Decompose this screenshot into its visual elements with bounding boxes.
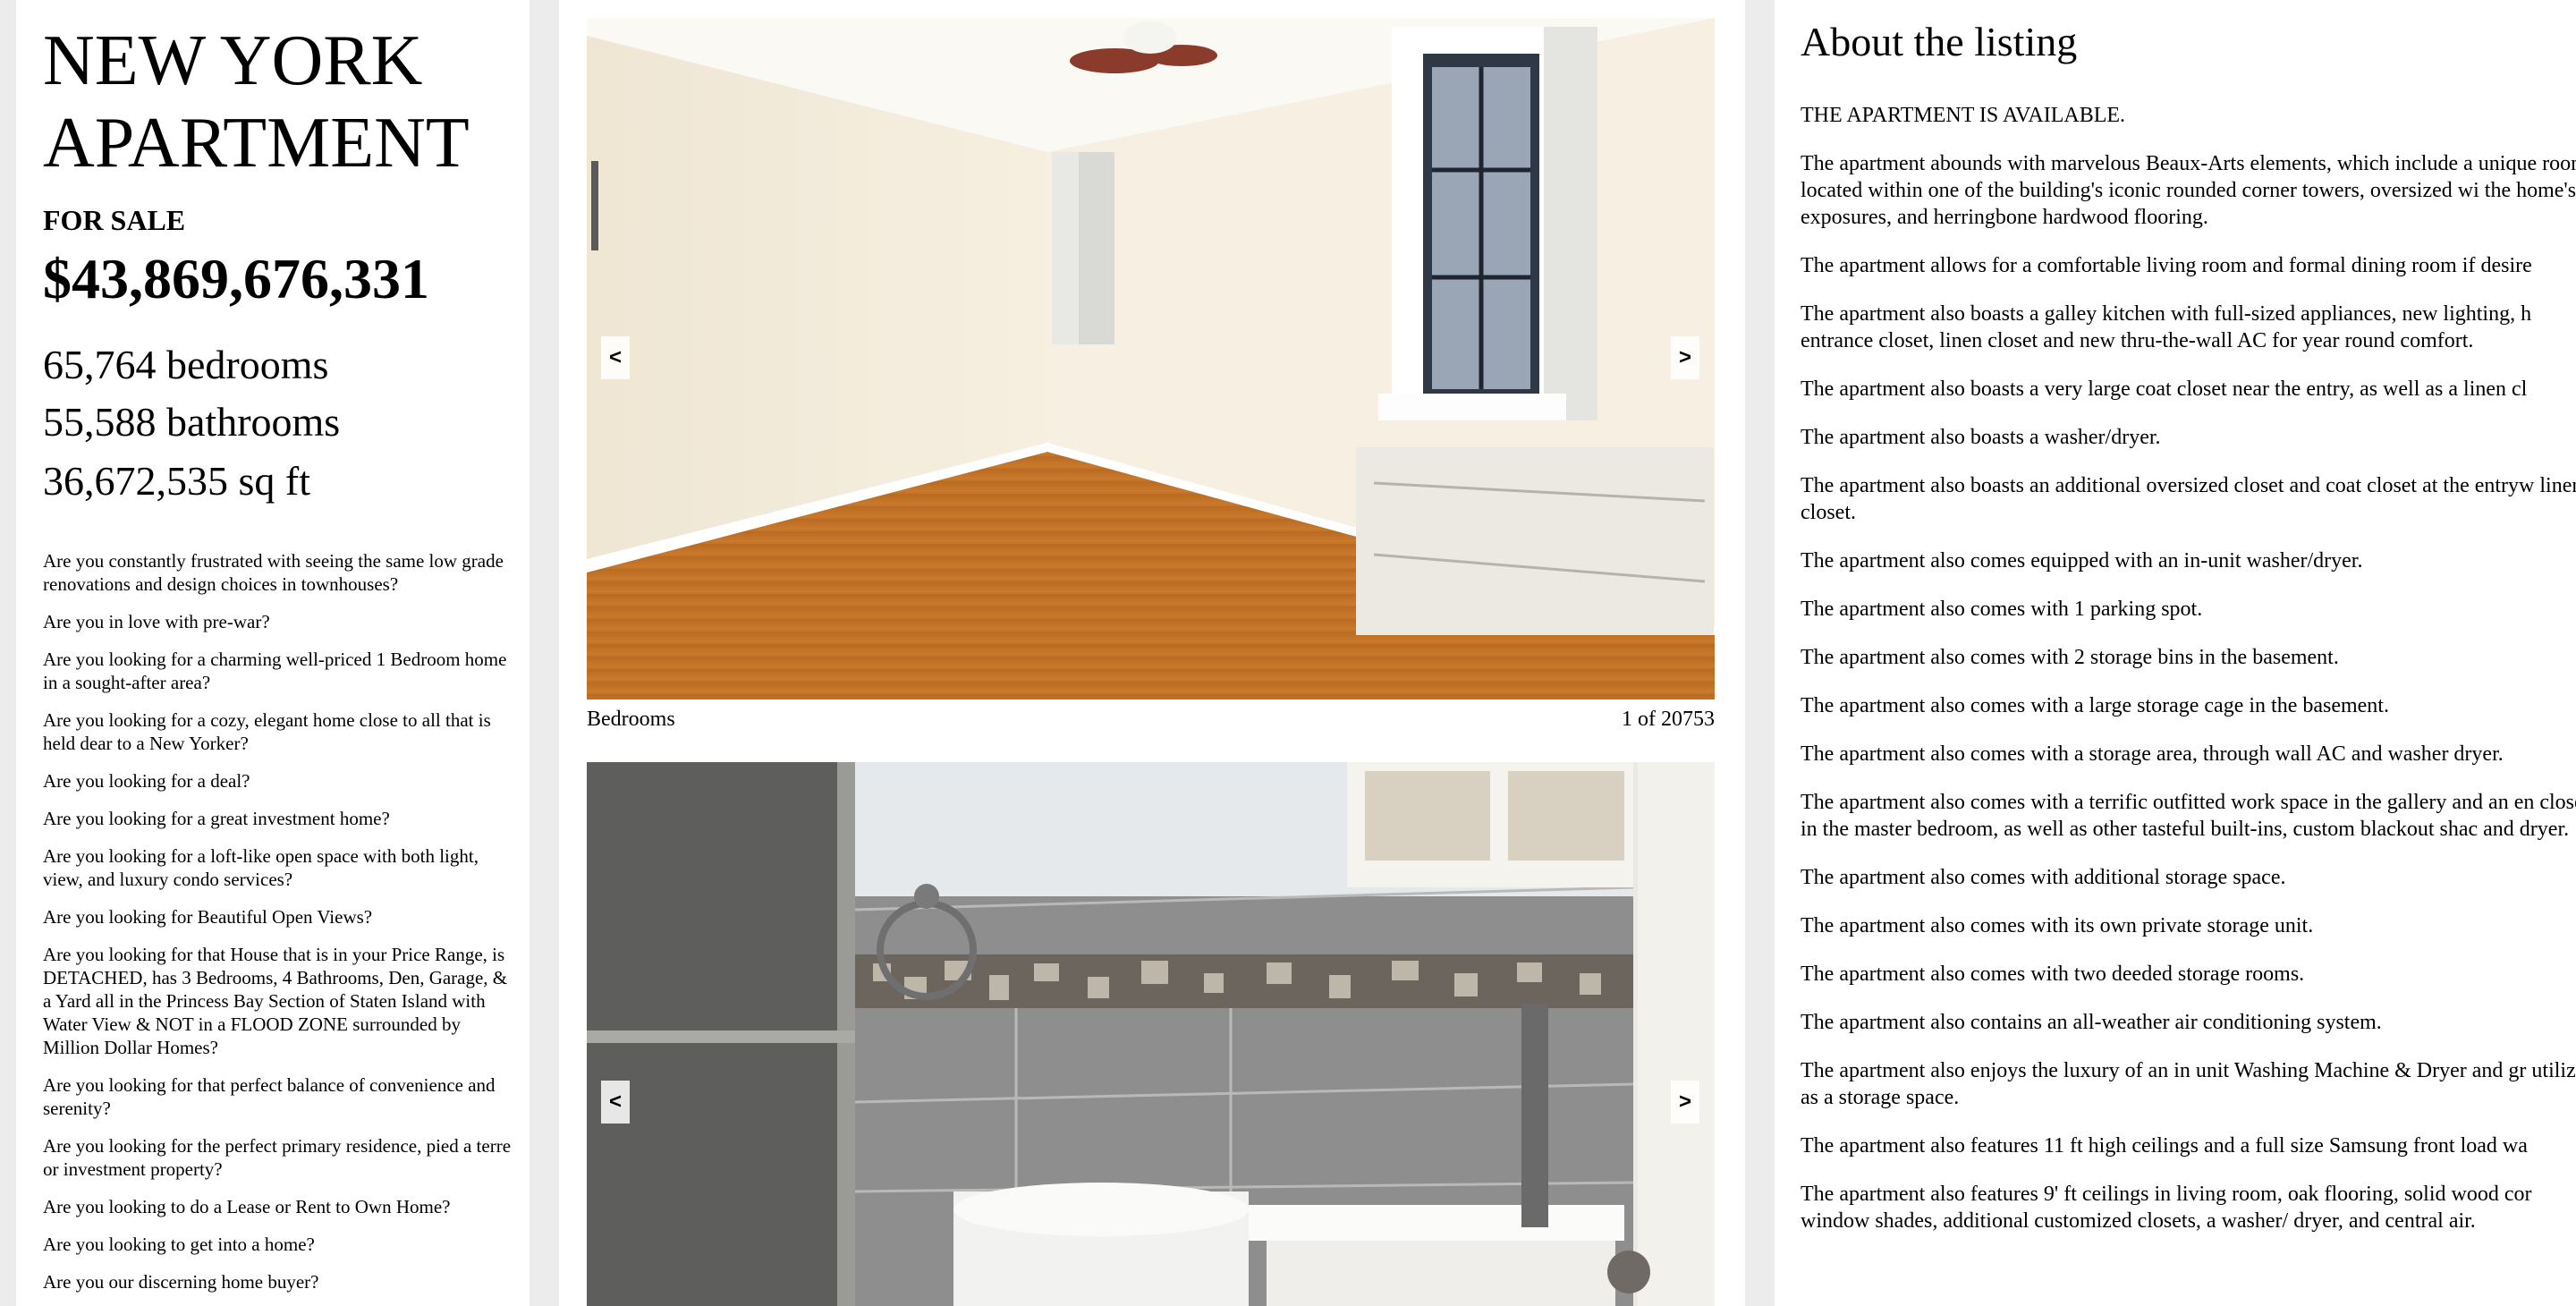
question-item: Are you looking for that House that is i… (43, 944, 508, 1058)
description-paragraph: The apartment also features 11 ft high c… (1801, 1134, 2528, 1158)
description-paragraph: THE APARTMENT IS AVAILABLE. (1801, 104, 2126, 127)
listing-title: NEW YORK APARTMENT (43, 21, 470, 182)
description-paragraph: The apartment also comes with its own pr… (1801, 914, 2314, 937)
description-paragraph: The apartment also features 9' ft ceilin… (1801, 1183, 2532, 1233)
listing-summary-panel: NEW YORK APARTMENT FOR SALE $43,869,676,… (16, 0, 530, 1306)
gallery-photo[interactable] (587, 18, 1715, 700)
question-item: Are you looking for a great investment h… (43, 808, 390, 829)
listing-status: FOR SALE (43, 204, 186, 236)
prev-photo-button[interactable]: < (601, 1081, 630, 1124)
description-paragraph: The apartment allows for a comfortable l… (1801, 254, 2532, 277)
description-paragraph: The apartment also comes with additional… (1801, 866, 2286, 889)
description-paragraph: The apartment also comes with 2 storage … (1801, 646, 2339, 669)
prev-photo-button[interactable]: < (601, 336, 630, 379)
question-item: Are you looking for Beautiful Open Views… (43, 906, 373, 928)
question-item: Are you looking to do a Lease or Rent to… (43, 1196, 451, 1217)
bathroom-count: 55,588 bathrooms (43, 399, 341, 445)
description-paragraph: The apartment also comes with 1 parking … (1801, 598, 2203, 621)
question-item: Are you looking for a cozy, elegant home… (43, 709, 491, 754)
next-photo-button[interactable]: > (1671, 336, 1699, 379)
description-paragraph: The apartment abounds with marvelous Bea… (1801, 152, 2576, 229)
area-size: 36,672,535 sq ft (43, 458, 310, 504)
description-paragraph: The apartment also boasts a very large c… (1801, 377, 2528, 401)
photo-caption: Bedrooms (587, 708, 675, 731)
description-paragraph: The apartment also boasts a washer/dryer… (1801, 426, 2161, 449)
description-paragraph: The apartment also enjoys the luxury of … (1801, 1059, 2576, 1109)
question-item: Are you constantly frustrated with seein… (43, 550, 504, 595)
listing-price: $43,869,676,331 (43, 247, 429, 310)
description-paragraph: The apartment also boasts an additional … (1801, 474, 2576, 524)
description-paragraph: The apartment also boasts a galley kitch… (1801, 302, 2532, 352)
gallery-photo[interactable] (587, 762, 1715, 1306)
description-text: THE APARTMENT IS AVAILABLE. The apartmen… (1801, 102, 2576, 1256)
bathroom-photo (587, 762, 1715, 1306)
question-item: Are you looking to get into a home? (43, 1234, 315, 1255)
bedroom-count: 65,764 bedrooms (43, 342, 329, 387)
description-paragraph: The apartment also comes with two deeded… (1801, 963, 2305, 986)
bedroom-photo (587, 18, 1715, 700)
photo-gallery: < > Bedrooms 1 of 20753 < > (559, 0, 1745, 1306)
about-heading: About the listing (1801, 19, 2078, 64)
next-photo-button[interactable]: > (1671, 1081, 1699, 1124)
description-paragraph: The apartment also contains an all-weath… (1801, 1011, 2382, 1034)
question-item: Are you in love with pre-war? (43, 611, 270, 632)
description-paragraph: The apartment also comes equipped with a… (1801, 549, 2363, 572)
question-item: Are you our discerning home buyer? (43, 1271, 319, 1293)
photo-counter: 1 of 20753 (1622, 708, 1715, 731)
listing-description-panel: About the listing THE APARTMENT IS AVAIL… (1775, 0, 2576, 1306)
description-paragraph: The apartment also comes with a terrific… (1801, 791, 2576, 841)
description-paragraph: The apartment also comes with a large st… (1801, 694, 2389, 717)
description-paragraph: The apartment also comes with a storage … (1801, 742, 2504, 766)
question-item: Are you looking for the perfect primary … (43, 1135, 512, 1180)
question-item: Are you looking for a deal? (43, 770, 250, 792)
question-list: Are you constantly frustrated with seein… (43, 549, 519, 1306)
question-item: Are you looking for that perfect balance… (43, 1074, 496, 1119)
question-item: Are you looking for a charming well-pric… (43, 649, 507, 693)
question-item: Are you looking for a loft-like open spa… (43, 845, 479, 890)
